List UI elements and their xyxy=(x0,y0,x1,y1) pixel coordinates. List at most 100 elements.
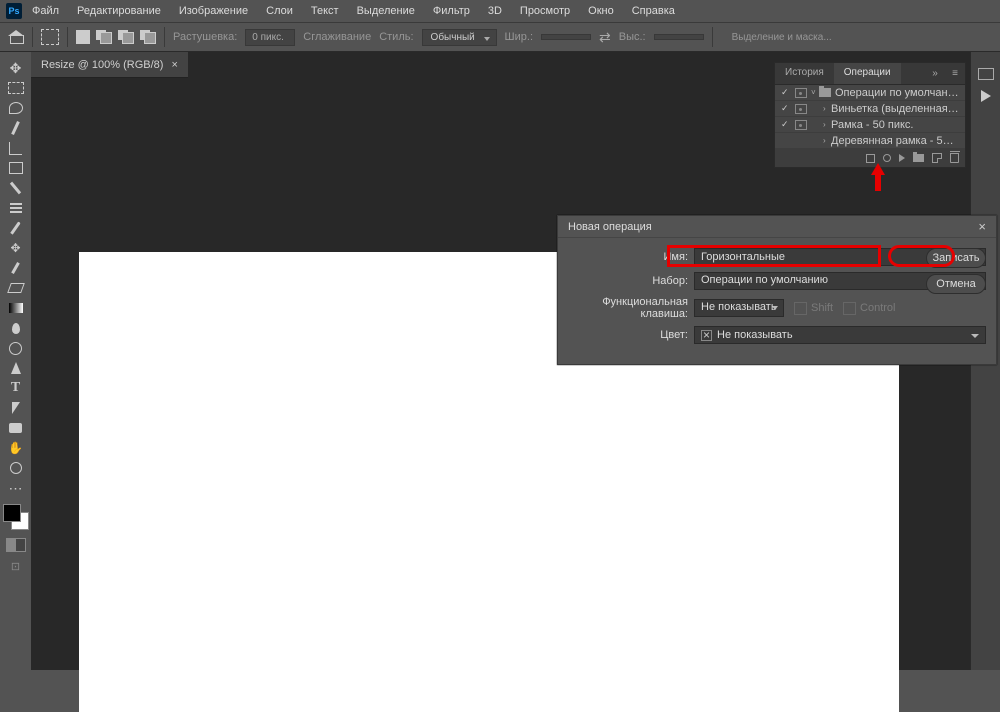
stamp-tool[interactable] xyxy=(0,238,31,258)
document-tab-label: Resize @ 100% (RGB/8) xyxy=(41,59,163,71)
eraser-tool[interactable] xyxy=(0,278,31,298)
sel-add-icon[interactable] xyxy=(96,30,112,44)
app-logo: Ps xyxy=(6,3,22,19)
move-tool[interactable] xyxy=(0,58,31,78)
path-tool[interactable] xyxy=(0,398,31,418)
key-label: Функциональная клавиша: xyxy=(568,296,694,320)
panel-icon[interactable] xyxy=(978,68,994,80)
chevron-down-icon[interactable]: ˅ xyxy=(811,88,819,97)
sel-sub-icon[interactable] xyxy=(118,30,134,44)
close-icon[interactable]: × xyxy=(171,59,177,71)
crop-tool[interactable] xyxy=(0,138,31,158)
menu-layers[interactable]: Слои xyxy=(258,2,301,20)
tab-actions[interactable]: Операции xyxy=(834,63,901,84)
new-action-icon[interactable] xyxy=(932,153,942,163)
panel-footer xyxy=(775,149,965,167)
new-set-icon[interactable] xyxy=(913,154,924,162)
menu-select[interactable]: Выделение xyxy=(349,2,423,20)
no-color-icon xyxy=(701,330,712,341)
menu-filter[interactable]: Фильтр xyxy=(425,2,478,20)
menu-image[interactable]: Изображение xyxy=(171,2,256,20)
action-name: Деревянная рамка - 50 п... xyxy=(831,135,959,147)
pen-tool[interactable] xyxy=(0,358,31,378)
history-brush-tool[interactable] xyxy=(0,258,31,278)
home-icon[interactable] xyxy=(8,30,24,44)
foreground-color[interactable] xyxy=(3,504,21,522)
collapse-icon[interactable]: » xyxy=(925,63,945,84)
action-name: Операции по умолчанию xyxy=(835,87,959,99)
sel-new-icon[interactable] xyxy=(76,30,90,44)
eyedropper-tool[interactable] xyxy=(0,178,31,198)
trash-icon[interactable] xyxy=(950,153,959,163)
hand-tool[interactable] xyxy=(0,438,31,458)
wand-tool[interactable] xyxy=(0,118,31,138)
menu-edit[interactable]: Редактирование xyxy=(69,2,169,20)
height-label: Выс.: xyxy=(619,31,646,43)
color-swatches[interactable] xyxy=(3,504,29,530)
height-input[interactable] xyxy=(654,34,704,40)
check-icon[interactable]: ✓ xyxy=(781,119,791,130)
color-dropdown[interactable]: Не показывать xyxy=(694,326,986,344)
menu-file[interactable]: Файл xyxy=(24,2,67,20)
cancel-button[interactable]: Отмена xyxy=(926,274,986,294)
menu-3d[interactable]: 3D xyxy=(480,2,510,20)
annotation-arrow xyxy=(871,163,885,191)
chevron-right-icon[interactable]: › xyxy=(823,104,831,113)
antialias-checkbox[interactable]: Сглаживание xyxy=(303,31,371,43)
menu-view[interactable]: Просмотр xyxy=(512,2,578,20)
action-row[interactable]: ›Деревянная рамка - 50 п... xyxy=(775,133,965,149)
key-dropdown[interactable]: Не показывать xyxy=(694,299,784,317)
style-dropdown[interactable]: Обычный xyxy=(422,29,497,46)
close-icon[interactable]: × xyxy=(978,219,986,234)
set-label: Набор: xyxy=(568,275,694,287)
dodge-tool[interactable] xyxy=(0,338,31,358)
style-label: Стиль: xyxy=(379,31,413,43)
screen-mode-icon[interactable]: ⊡ xyxy=(0,560,31,573)
action-row[interactable]: ✓›Виньетка (выделенная о... xyxy=(775,101,965,117)
panel-menu-icon[interactable]: ≡ xyxy=(945,63,965,84)
gradient-tool[interactable] xyxy=(0,298,31,318)
check-icon[interactable]: ✓ xyxy=(781,103,791,114)
marquee-tool[interactable] xyxy=(0,78,31,98)
width-input[interactable] xyxy=(541,34,591,40)
marquee-icon[interactable] xyxy=(41,29,59,45)
dialog-toggle-icon[interactable] xyxy=(795,88,807,98)
lasso-tool[interactable] xyxy=(0,98,31,118)
control-checkbox[interactable]: Control xyxy=(843,302,895,315)
brush-tool[interactable] xyxy=(0,218,31,238)
dialog-toggle-icon[interactable] xyxy=(795,104,807,114)
menu-text[interactable]: Текст xyxy=(303,2,347,20)
menu-help[interactable]: Справка xyxy=(624,2,683,20)
action-row[interactable]: ✓ ›Рамка - 50 пикс. xyxy=(775,117,965,133)
zoom-tool[interactable] xyxy=(0,458,31,478)
heal-tool[interactable] xyxy=(0,198,31,218)
menu-window[interactable]: Окно xyxy=(580,2,622,20)
select-and-mask-button[interactable]: Выделение и маска... xyxy=(721,28,843,47)
edit-toolbar[interactable] xyxy=(0,478,31,498)
feather-label: Растушевка: xyxy=(173,31,237,43)
chevron-right-icon[interactable]: › xyxy=(823,120,831,129)
feather-input[interactable]: 0 пикс. xyxy=(245,29,295,46)
tab-history[interactable]: История xyxy=(775,63,834,84)
shift-checkbox[interactable]: Shift xyxy=(794,302,833,315)
stop-icon[interactable] xyxy=(866,154,875,163)
shape-tool[interactable] xyxy=(0,418,31,438)
frame-tool[interactable] xyxy=(0,158,31,178)
play-icon[interactable] xyxy=(981,90,991,102)
action-row[interactable]: ✓ ˅ Операции по умолчанию xyxy=(775,85,965,101)
record-button[interactable]: Записать xyxy=(926,248,986,268)
name-label: Имя: xyxy=(568,251,694,263)
swap-icon[interactable]: ⇄ xyxy=(599,29,611,46)
chevron-right-icon[interactable]: › xyxy=(823,136,831,145)
actions-panel: История Операции » ≡ ✓ ˅ Операции по умолч… xyxy=(774,62,966,168)
sel-int-icon[interactable] xyxy=(140,30,156,44)
blur-tool[interactable] xyxy=(0,318,31,338)
record-icon[interactable] xyxy=(883,154,891,162)
check-icon[interactable]: ✓ xyxy=(781,87,791,98)
action-name: Рамка - 50 пикс. xyxy=(831,119,959,131)
document-tab[interactable]: Resize @ 100% (RGB/8) × xyxy=(31,52,188,78)
dialog-toggle-icon[interactable] xyxy=(795,120,807,130)
play-icon[interactable] xyxy=(899,154,905,162)
quick-mask-icon[interactable] xyxy=(6,538,26,552)
text-tool[interactable] xyxy=(0,378,31,398)
